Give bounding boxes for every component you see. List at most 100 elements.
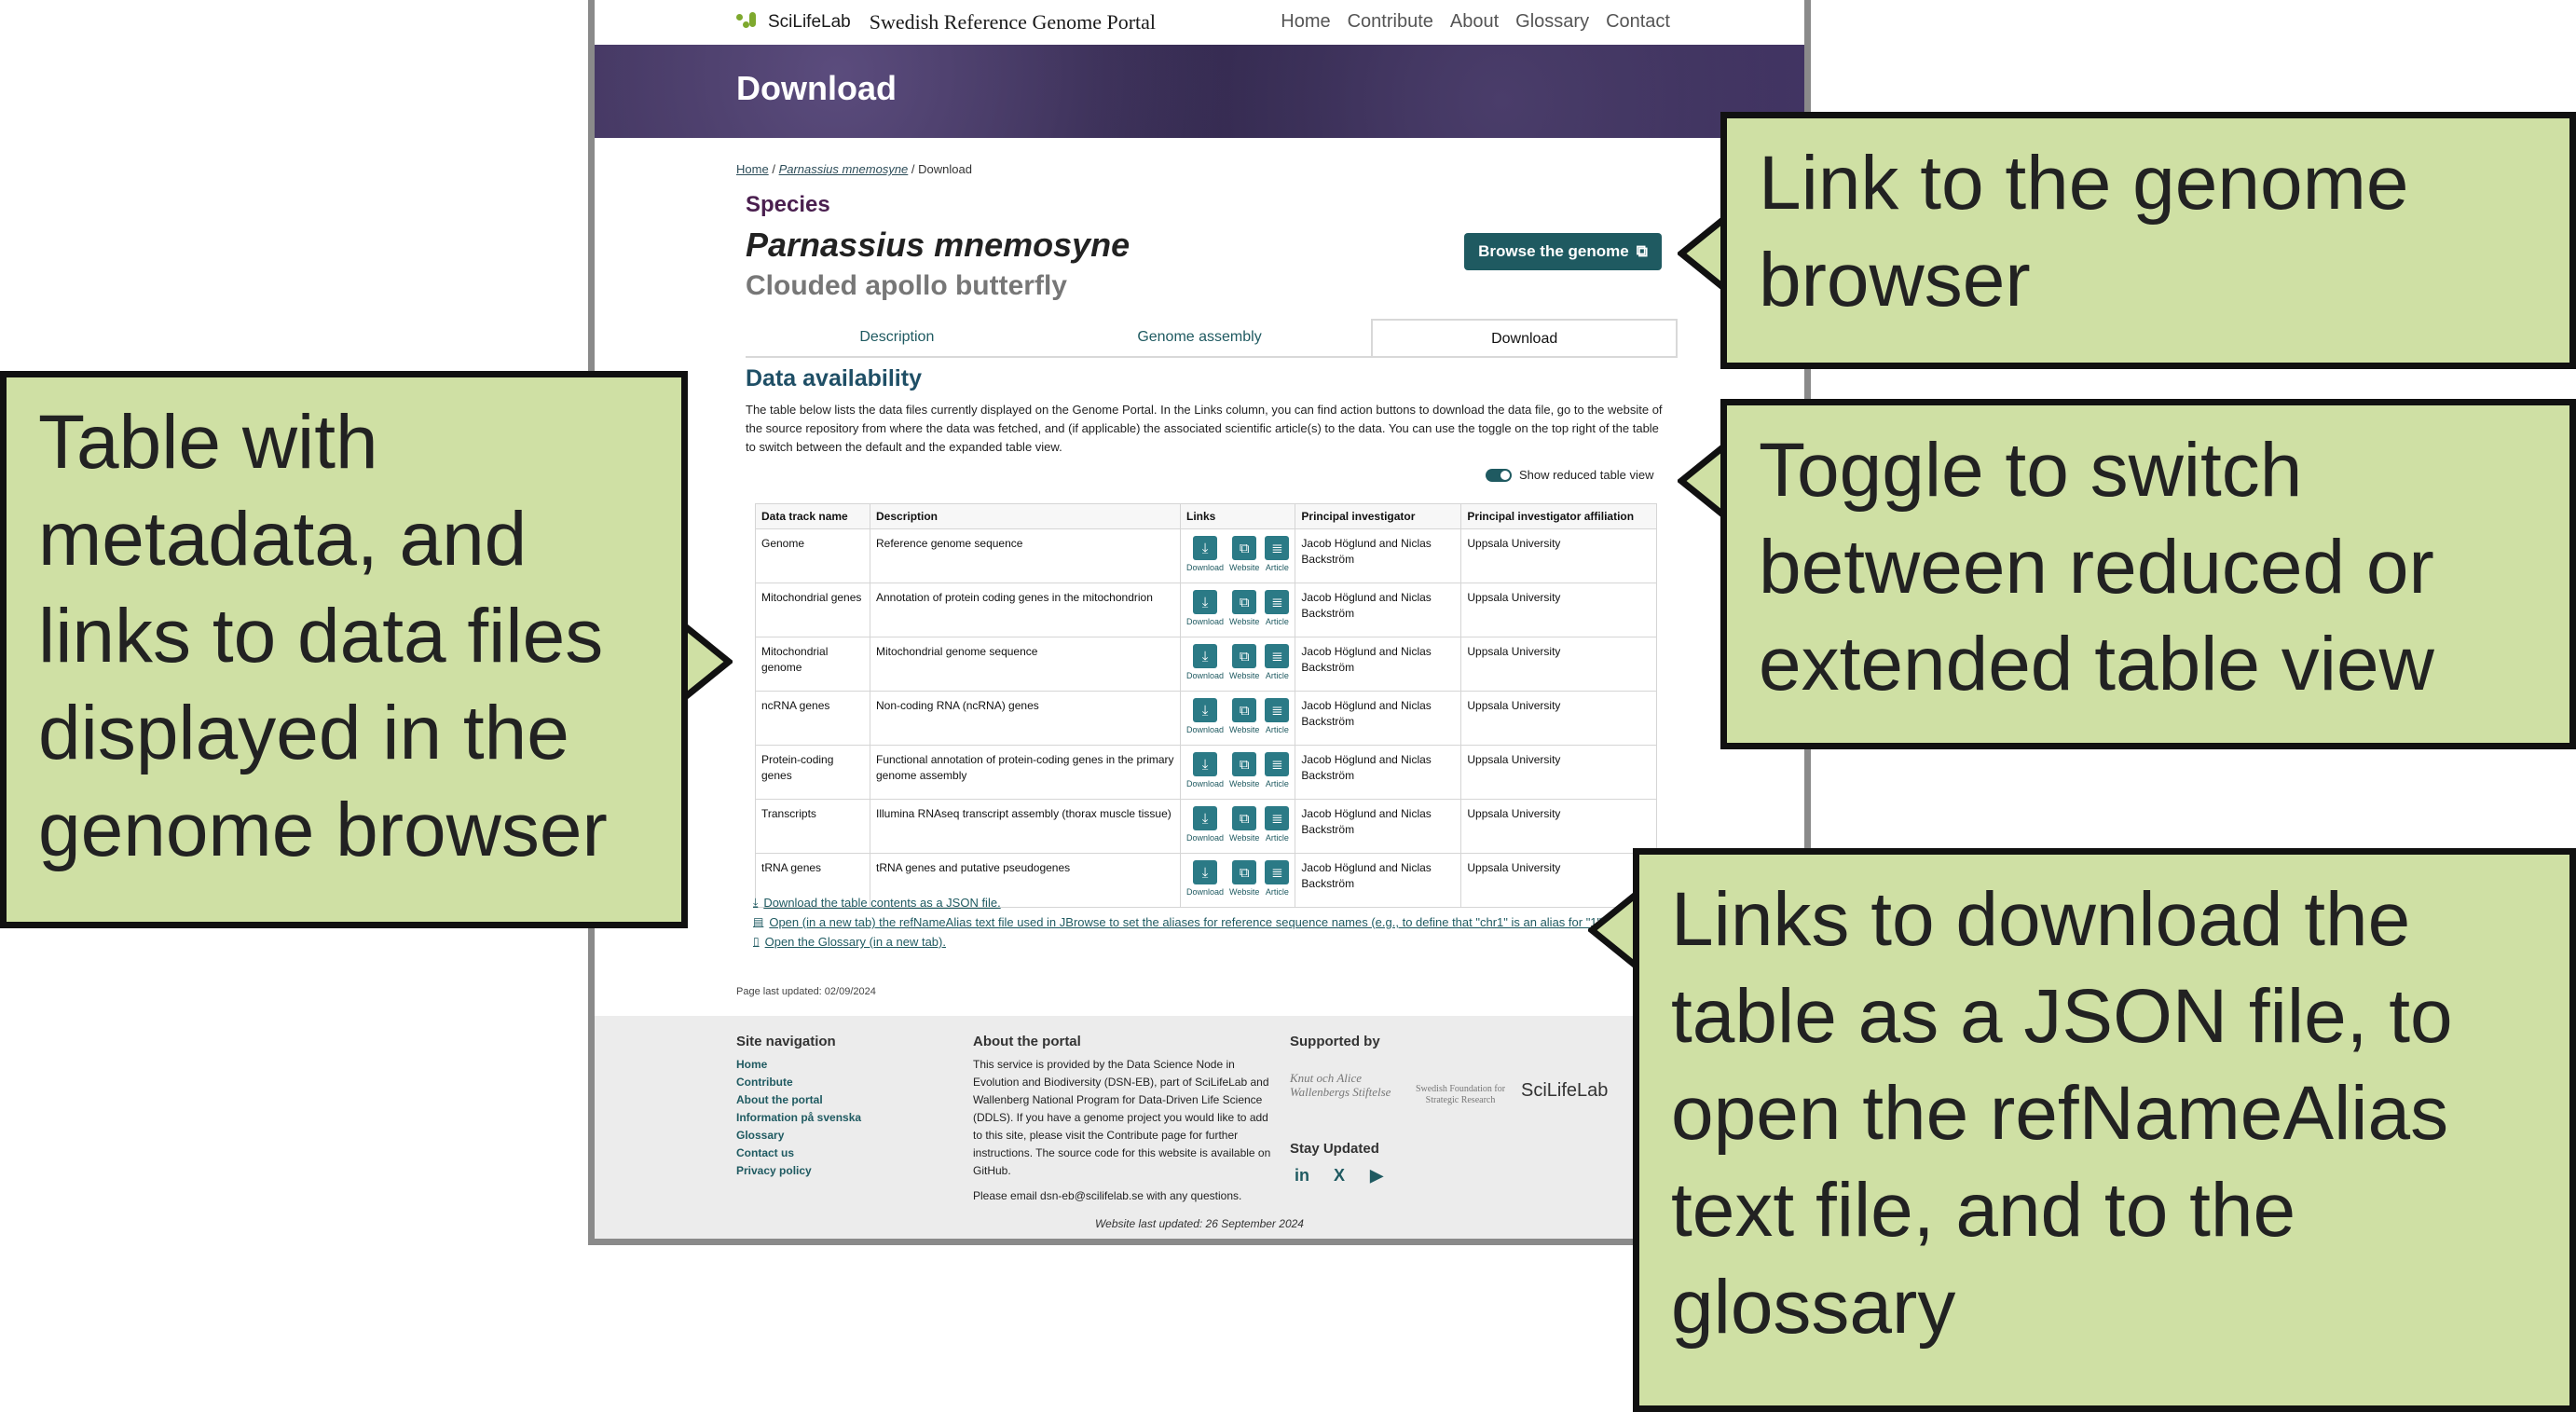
nav-contact[interactable]: Contact: [1606, 11, 1670, 33]
column-header[interactable]: Principal investigator: [1295, 503, 1462, 529]
column-header[interactable]: Data track name: [755, 503, 870, 529]
site-footer: Site navigation Home Contribute About th…: [595, 1016, 1804, 1239]
column-header[interactable]: Description: [870, 503, 1181, 529]
website-link[interactable]: ⧉ Website: [1229, 698, 1259, 738]
pi-affiliation: Uppsala University: [1460, 583, 1657, 637]
download-link[interactable]: ⤓ Download: [1186, 590, 1224, 630]
scilifelab-footer-logo[interactable]: SciLifeLab: [1521, 1081, 1608, 1100]
scilifelab-logo-icon: [736, 10, 760, 34]
article-link[interactable]: ≣ Article: [1265, 698, 1290, 738]
footer-link-about[interactable]: About the portal: [736, 1091, 861, 1109]
breadcrumb-species[interactable]: Parnassius mnemosyne: [779, 162, 909, 176]
track-name: Genome: [755, 528, 870, 583]
browse-genome-button[interactable]: Browse the genome ⧉: [1464, 233, 1662, 270]
website-link[interactable]: ⧉ Website: [1229, 644, 1259, 684]
external-link-icon: ⧉: [1636, 242, 1648, 260]
column-header[interactable]: Links: [1179, 503, 1296, 529]
breadcrumb-separator: /: [772, 162, 775, 176]
species-common-name: Clouded apollo butterfly: [746, 270, 1067, 301]
browse-genome-label: Browse the genome: [1478, 242, 1629, 260]
species-label: Species: [746, 192, 830, 217]
species-tabs: Description Genome assembly Download: [746, 319, 1679, 358]
website-link[interactable]: ⧉ Website: [1229, 806, 1259, 846]
article-icon: ≣: [1265, 752, 1290, 776]
download-icon: ⤓: [1193, 752, 1218, 776]
table-view-toggle[interactable]: Show reduced table view: [1486, 468, 1654, 482]
footer-link-privacy[interactable]: Privacy policy: [736, 1162, 861, 1180]
callout-genome-browser: Link to the genome browser: [1720, 112, 2576, 369]
nav-glossary[interactable]: Glossary: [1515, 11, 1589, 33]
callout-toggle: Toggle to switch between reduced or exte…: [1720, 399, 2576, 749]
page-title: Download: [736, 69, 897, 107]
tab-download[interactable]: Download: [1371, 319, 1679, 356]
hero-banner: Download: [595, 45, 1804, 138]
article-icon: ≣: [1265, 860, 1290, 884]
footer-link-contact[interactable]: Contact us: [736, 1145, 861, 1162]
data-table: Data track name Description Links Princi…: [755, 503, 1657, 908]
track-links: ⤓ Download ⧉ Website ≣ Article: [1179, 745, 1296, 800]
column-header[interactable]: Principal investigator affiliation: [1460, 503, 1657, 529]
article-link[interactable]: ≣ Article: [1265, 536, 1290, 576]
footer-about: About the portal This service is provide…: [973, 1033, 1281, 1205]
track-name: Transcripts: [755, 799, 870, 854]
tab-genome-assembly[interactable]: Genome assembly: [1048, 319, 1351, 356]
footer-heading: Site navigation: [736, 1034, 836, 1049]
track-description: Reference genome sequence: [870, 528, 1181, 583]
article-icon: ≣: [1265, 698, 1290, 722]
footer-supported: Supported by Knut och Alice Wallenbergs …: [1290, 1033, 1644, 1187]
external-link-icon: ⧉: [1232, 752, 1257, 776]
nav-home[interactable]: Home: [1281, 11, 1330, 33]
website-link[interactable]: ⧉ Website: [1229, 590, 1259, 630]
footer-link-swedish[interactable]: Information på svenska: [736, 1109, 861, 1127]
track-links: ⤓ Download ⧉ Website ≣ Article: [1179, 583, 1296, 637]
website-link[interactable]: ⧉ Website: [1229, 536, 1259, 576]
toggle-label: Show reduced table view: [1519, 468, 1654, 482]
principal-investigator: Jacob Höglund and Niclas Backström: [1295, 745, 1462, 800]
download-link[interactable]: ⤓ Download: [1186, 752, 1224, 792]
article-link[interactable]: ≣ Article: [1265, 644, 1290, 684]
download-link[interactable]: ⤓ Download: [1186, 698, 1224, 738]
footer-heading: About the portal: [973, 1034, 1081, 1049]
article-link[interactable]: ≣ Article: [1265, 752, 1290, 792]
principal-investigator: Jacob Höglund and Niclas Backström: [1295, 637, 1462, 692]
breadcrumb-home[interactable]: Home: [736, 162, 769, 176]
principal-investigator: Jacob Höglund and Niclas Backström: [1295, 528, 1462, 583]
youtube-icon[interactable]: ▶: [1364, 1163, 1389, 1187]
linkedin-icon[interactable]: in: [1290, 1163, 1314, 1187]
footer-link-contribute[interactable]: Contribute: [736, 1074, 861, 1091]
article-link[interactable]: ≣ Article: [1265, 806, 1290, 846]
glossary-link[interactable]: ▯ Open the Glossary (in a new tab).: [753, 932, 1609, 952]
nav-contribute[interactable]: Contribute: [1348, 11, 1433, 33]
table-action-links: ⤓ Download the table contents as a JSON f…: [753, 893, 1609, 952]
download-icon: ⤓: [1193, 698, 1218, 722]
track-name: ncRNA genes: [755, 691, 870, 746]
wallenberg-logo[interactable]: Knut och Alice Wallenbergs Stiftelse: [1290, 1071, 1402, 1099]
download-icon: ⤓: [1193, 860, 1218, 884]
refnamealias-link[interactable]: ▤ Open (in a new tab) the refNameAlias te…: [753, 912, 1609, 932]
pi-affiliation: Uppsala University: [1460, 799, 1657, 854]
ssf-logo[interactable]: Swedish Foundation for Strategic Researc…: [1405, 1084, 1515, 1106]
article-link[interactable]: ≣ Article: [1265, 590, 1290, 630]
site-logo[interactable]: SciLifeLab Swedish Reference Genome Port…: [736, 10, 1156, 34]
toggle-switch[interactable]: [1486, 468, 1512, 482]
principal-investigator: Jacob Höglund and Niclas Backström: [1295, 691, 1462, 746]
breadcrumb: Home / Parnassius mnemosyne / Download: [736, 162, 972, 176]
track-description: Mitochondrial genome sequence: [870, 637, 1181, 692]
download-link[interactable]: ⤓ Download: [1186, 536, 1224, 576]
download-json-link[interactable]: ⤓ Download the table contents as a JSON f…: [753, 893, 1609, 912]
download-link[interactable]: ⤓ Download: [1186, 644, 1224, 684]
external-link-icon: ⧉: [1232, 644, 1257, 668]
tab-description[interactable]: Description: [746, 319, 1048, 356]
website-link[interactable]: ⧉ Website: [1229, 752, 1259, 792]
external-link-icon: ⧉: [1232, 536, 1257, 560]
track-name: Mitochondrial genome: [755, 637, 870, 692]
x-icon[interactable]: X: [1327, 1163, 1351, 1187]
footer-link-home[interactable]: Home: [736, 1056, 861, 1074]
download-link[interactable]: ⤓ Download: [1186, 806, 1224, 846]
nav-about[interactable]: About: [1450, 11, 1499, 33]
callout-download-links: Links to download the table as a JSON fi…: [1633, 848, 2576, 1412]
pi-affiliation: Uppsala University: [1460, 528, 1657, 583]
footer-link-glossary[interactable]: Glossary: [736, 1127, 861, 1145]
contact-email-text: Please email dsn-eb@scilifelab.se with a…: [973, 1189, 1242, 1202]
callout-table: Table with metadata, and links to data f…: [0, 371, 688, 928]
